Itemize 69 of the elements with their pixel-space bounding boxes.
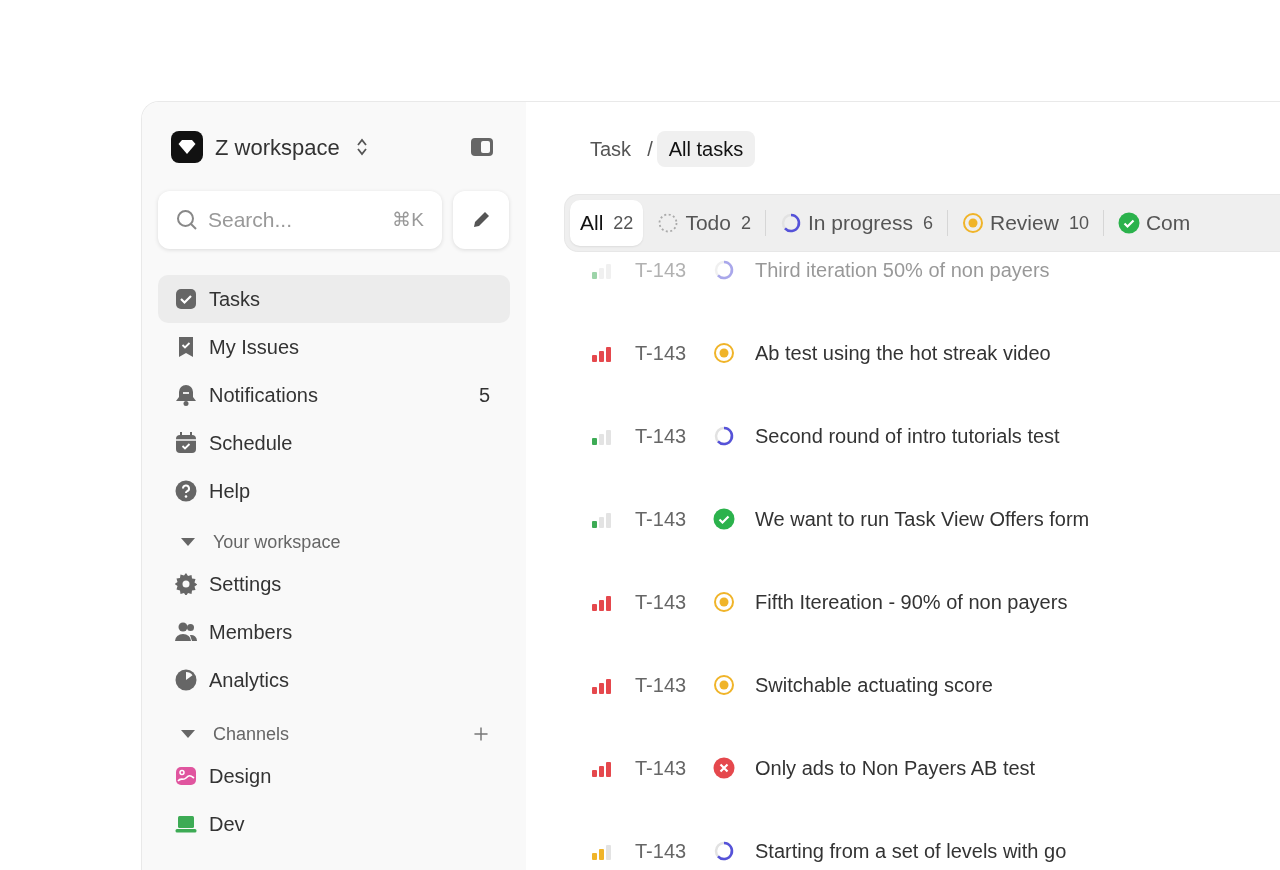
sidebar-item[interactable]: Help: [158, 467, 510, 515]
pie-chart-icon: [175, 669, 197, 691]
notification-count: 5: [478, 383, 490, 408]
sidebar-item[interactable]: My Issues: [158, 323, 510, 371]
task-row[interactable]: T-143 Starting from a set of levels with go: [564, 836, 1280, 866]
gear-icon: [175, 573, 197, 595]
add-icon[interactable]: [472, 725, 490, 743]
task-title: Fifth Itereation - 90% of non payers: [755, 590, 1068, 615]
workspace-name[interactable]: Z workspace: [215, 130, 340, 164]
breadcrumb-separator: /: [647, 137, 653, 162]
task-row[interactable]: T-143 Ab test using the hot streak video: [564, 338, 1280, 368]
shortcut-hint: ⌘K: [392, 207, 424, 232]
task-title: Only ads to Non Payers AB test: [755, 756, 1036, 781]
image-icon: [175, 765, 197, 787]
task-id: T-143: [635, 424, 688, 449]
sidebar-item[interactable]: Design: [158, 752, 510, 800]
task-title: Third iteration 50% of non payers: [755, 258, 1050, 283]
sidebar-item[interactable]: Analytics: [158, 656, 510, 704]
sidebar-item[interactable]: Settings: [158, 560, 510, 608]
search-input[interactable]: Search...: [206, 203, 366, 237]
filter-tab[interactable]: In progress 6: [769, 200, 943, 246]
task-id: T-143: [635, 507, 688, 532]
task-row[interactable]: T-143 Switchable actuating score: [564, 670, 1280, 700]
task-id: T-143: [635, 756, 688, 781]
task-id: T-143: [635, 839, 688, 864]
task-id: T-143: [635, 590, 688, 615]
task-row[interactable]: T-143 Second round of intro tutorials test: [564, 421, 1280, 451]
search-icon: [176, 209, 198, 231]
bell-icon: [175, 384, 197, 406]
task-id: T-143: [635, 258, 688, 283]
section-header[interactable]: Your workspace: [158, 524, 510, 560]
check-square-icon: [175, 288, 197, 310]
calendar-icon: [175, 432, 197, 454]
sidebar-item[interactable]: Dev: [158, 800, 510, 848]
workspace-logo: [171, 131, 203, 163]
people-icon: [175, 621, 197, 643]
filter-tab[interactable]: Review 10: [952, 200, 1099, 246]
laptop-icon: [175, 813, 197, 835]
filter-tab[interactable]: All 22: [570, 200, 644, 246]
help-icon: [175, 480, 197, 502]
task-row[interactable]: T-143 We want to run Task View Offers form: [564, 504, 1280, 534]
sidebar-item[interactable]: Notifications 5: [158, 371, 510, 419]
tab-count: 22: [613, 211, 634, 235]
task-title: Starting from a set of levels with go: [755, 839, 1067, 864]
sidebar-item[interactable]: Schedule: [158, 419, 510, 467]
task-row[interactable]: T-143 Only ads to Non Payers AB test: [564, 753, 1280, 783]
section-header[interactable]: Channels: [158, 716, 510, 752]
task-title: Switchable actuating score: [755, 673, 993, 698]
task-row[interactable]: T-143 Fifth Itereation - 90% of non payers: [564, 587, 1280, 617]
chevron-updown-icon[interactable]: [355, 137, 368, 157]
filter-tab[interactable]: Todo 2: [647, 200, 761, 246]
pencil-icon: [471, 210, 491, 230]
tab-count: 6: [923, 211, 933, 235]
caret-icon: [181, 538, 195, 546]
caret-icon: [181, 730, 195, 738]
task-title: Ab test using the hot streak video: [755, 341, 1051, 366]
filter-tab[interactable]: Com: [1107, 200, 1201, 246]
tab-count: 10: [1068, 211, 1089, 235]
task-title: We want to run Task View Offers form: [755, 507, 1090, 532]
sidebar-item[interactable]: Members: [158, 608, 510, 656]
breadcrumb-item[interactable]: All tasks: [656, 131, 756, 167]
tab-count: 2: [740, 211, 751, 235]
sidebar-toggle-icon[interactable]: [470, 137, 494, 157]
compose-button[interactable]: [453, 191, 509, 249]
sidebar-item[interactable]: Tasks: [158, 275, 510, 323]
task-id: T-143: [635, 341, 688, 366]
breadcrumb-item[interactable]: Task: [578, 131, 644, 167]
task-id: T-143: [635, 673, 688, 698]
task-title: Second round of intro tutorials test: [755, 424, 1060, 449]
